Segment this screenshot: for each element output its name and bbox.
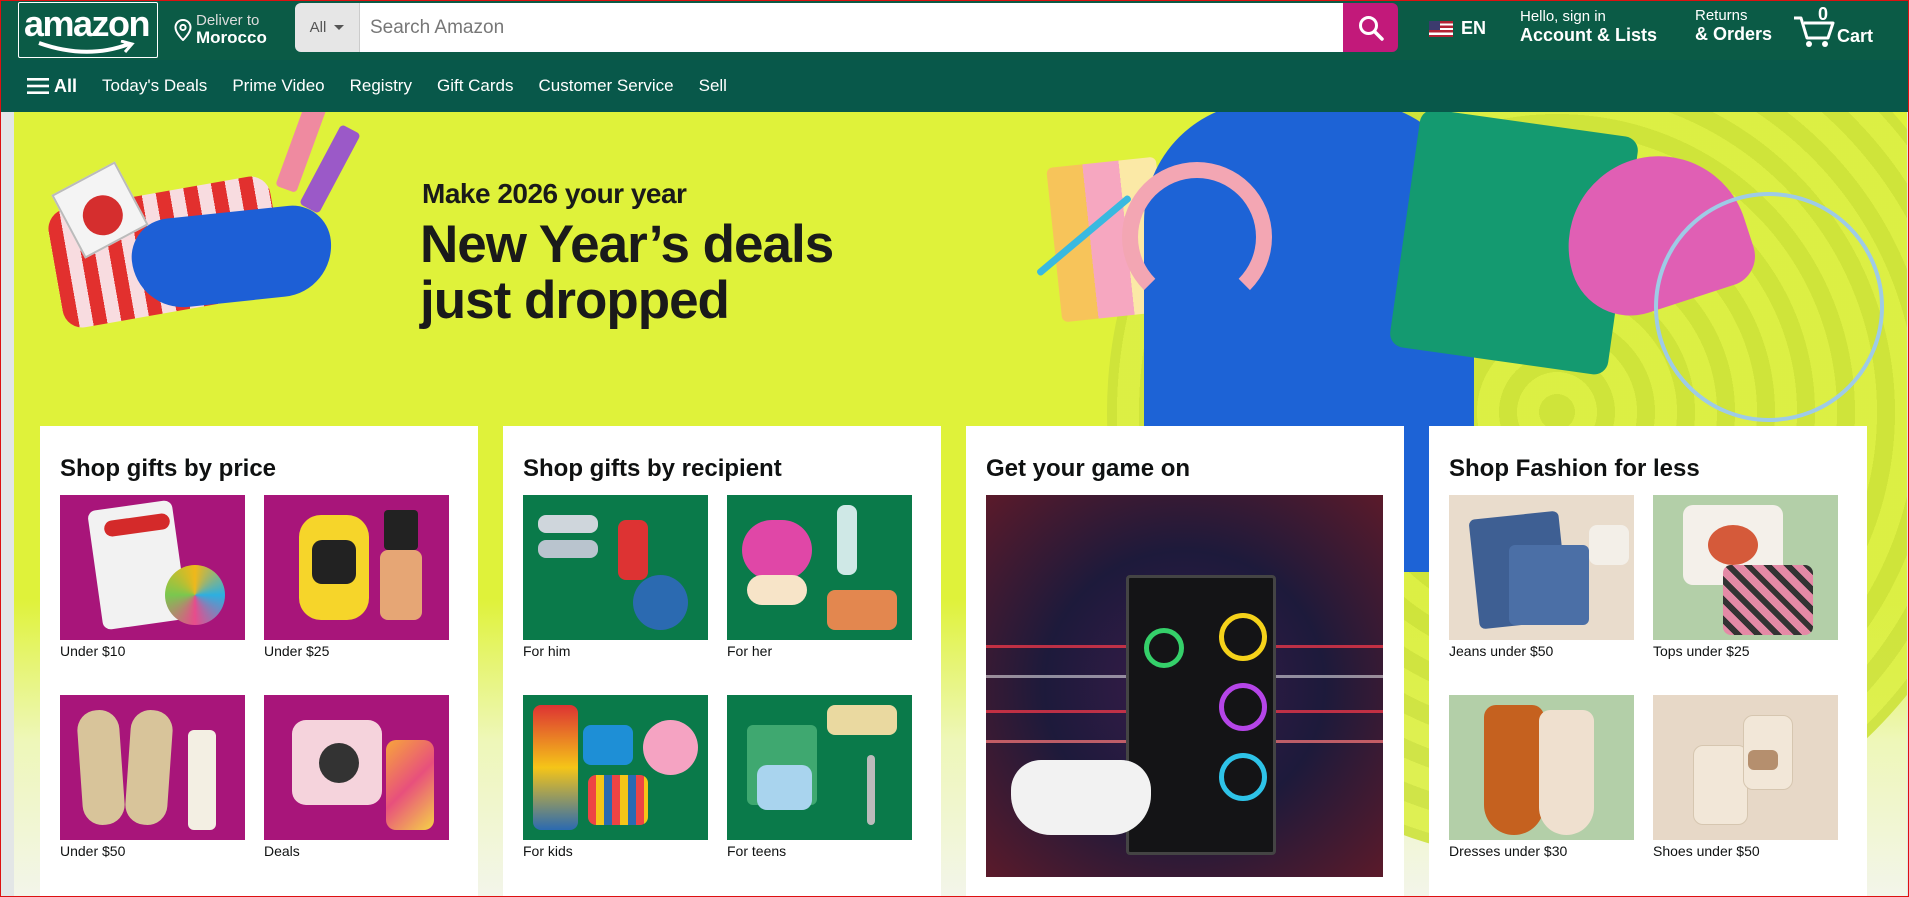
tile-jeans[interactable]: Jeans under $50	[1449, 495, 1634, 695]
game-controller-image	[1011, 760, 1151, 835]
hero-headline-line2: just dropped	[420, 271, 730, 330]
card-gifts-by-price: Shop gifts by price Under $10 Under $25	[40, 426, 478, 897]
tops-image	[1653, 495, 1838, 640]
gaming-pc-image[interactable]	[986, 495, 1383, 877]
tile-label: For teens	[727, 843, 787, 859]
dresses-image	[1449, 695, 1634, 840]
pc-tower-image	[1126, 575, 1276, 855]
search-input[interactable]	[360, 3, 1343, 52]
sneakers-image	[60, 695, 245, 840]
secondary-nav: All Today's Deals Prime Video Registry G…	[0, 60, 1909, 112]
nav-link-prime-video[interactable]: Prime Video	[232, 76, 324, 96]
tile-label: Deals	[264, 843, 300, 859]
tile-under-50[interactable]: Under $50	[60, 695, 245, 895]
tile-for-kids[interactable]: For kids	[523, 695, 708, 895]
tile-label: For her	[727, 643, 773, 659]
tile-label: Shoes under $50	[1653, 843, 1760, 859]
search-category-label: All	[309, 19, 327, 36]
tile-label: Jeans under $50	[1449, 643, 1554, 659]
deliver-to[interactable]: Deliver to Morocco	[170, 5, 271, 55]
deliver-country: Morocco	[196, 28, 267, 47]
search-category-dropdown[interactable]: All	[295, 3, 360, 52]
tile-for-teens[interactable]: For teens	[727, 695, 912, 895]
gifts-for-her-image	[727, 495, 912, 640]
hamburger-menu-icon	[27, 78, 49, 94]
card-title[interactable]: Get your game on	[986, 455, 1384, 495]
hero-headline: New Year’s deals just dropped	[420, 215, 834, 330]
search-bar: All	[295, 3, 1398, 52]
instant-camera-image	[264, 695, 449, 840]
orders-label: & Orders	[1695, 24, 1773, 44]
us-flag-icon	[1429, 20, 1453, 37]
tile-label: Under $25	[264, 643, 330, 659]
tile-label: For kids	[523, 843, 573, 859]
jump-rope-image	[1654, 192, 1884, 422]
watch-and-polish-image	[264, 495, 449, 640]
tile-deals[interactable]: Deals	[264, 695, 449, 895]
gifts-for-him-image	[523, 495, 708, 640]
cart-icon	[1794, 16, 1835, 47]
gifts-for-teens-image	[727, 695, 912, 840]
nav-link-todays-deals[interactable]: Today's Deals	[102, 76, 207, 96]
account-greeting: Hello, sign in	[1520, 8, 1606, 25]
tile-under-10[interactable]: Under $10	[60, 495, 245, 695]
tile-for-him[interactable]: For him	[523, 495, 708, 695]
search-icon	[1358, 15, 1384, 41]
nav-link-sell[interactable]: Sell	[699, 76, 727, 96]
all-menu-label: All	[54, 75, 78, 96]
headphones-image	[1122, 162, 1272, 312]
cart-label: Cart	[1837, 26, 1874, 46]
card-gifts-by-recipient: Shop gifts by recipient For him For her	[503, 426, 941, 897]
nav-link-registry[interactable]: Registry	[350, 76, 412, 96]
deliver-label: Deliver to	[196, 12, 260, 29]
card-fashion-for-less: Shop Fashion for less Jeans under $50 To…	[1429, 426, 1867, 897]
shoes-image	[1653, 695, 1838, 840]
nav-link-customer-service[interactable]: Customer Service	[539, 76, 674, 96]
hero-tagline: Make 2026 your year	[422, 178, 687, 209]
card-title[interactable]: Shop gifts by price	[60, 455, 458, 495]
language-selector[interactable]: EN	[1429, 18, 1486, 39]
nav-link-gift-cards[interactable]: Gift Cards	[437, 76, 514, 96]
amazon-logo[interactable]: amazon	[18, 2, 158, 58]
tile-label: Under $10	[60, 643, 126, 659]
search-button[interactable]	[1343, 3, 1398, 52]
logo-smile-icon	[38, 40, 135, 54]
tile-label: Tops under $25	[1653, 643, 1750, 659]
tile-under-25[interactable]: Under $25	[264, 495, 449, 695]
tile-for-her[interactable]: For her	[727, 495, 912, 695]
gifts-for-kids-image	[523, 695, 708, 840]
language-label: EN	[1461, 18, 1487, 38]
card-game-on: Get your game on	[966, 426, 1404, 897]
card-title[interactable]: Shop gifts by recipient	[523, 455, 921, 495]
chevron-down-icon	[334, 25, 345, 30]
card-title[interactable]: Shop Fashion for less	[1449, 455, 1847, 495]
tile-label: Dresses under $30	[1449, 843, 1568, 859]
tile-dresses[interactable]: Dresses under $30	[1449, 695, 1634, 895]
account-and-lists[interactable]: Hello, sign in Account & Lists	[1520, 8, 1658, 46]
account-label: Account & Lists	[1520, 25, 1658, 45]
hero-headline-line1: New Year’s deals	[420, 215, 834, 274]
cart-button[interactable]: 0 Cart	[1792, 4, 1887, 50]
tile-shoes[interactable]: Shoes under $50	[1653, 695, 1838, 895]
logo-text: amazon	[24, 3, 151, 44]
returns-and-orders[interactable]: Returns & Orders	[1695, 7, 1773, 45]
tile-label: For him	[523, 643, 571, 659]
jeans-image	[1449, 495, 1634, 640]
monopoly-deal-image	[60, 495, 245, 640]
tile-tops[interactable]: Tops under $25	[1653, 495, 1838, 695]
location-pin-icon	[174, 19, 192, 41]
tile-label: Under $50	[60, 843, 126, 859]
all-menu-button[interactable]: All	[27, 76, 77, 97]
returns-label: Returns	[1695, 7, 1748, 24]
